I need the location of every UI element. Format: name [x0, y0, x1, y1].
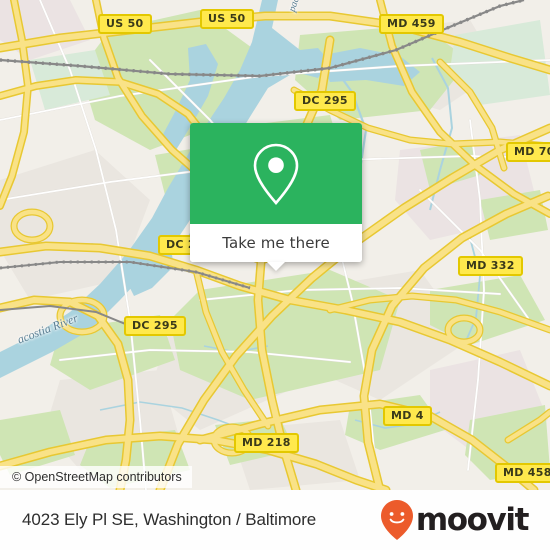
road-shield: MD 459 [379, 14, 444, 34]
moovit-map-page: .land { fill:#f2efe9; } .park { fill:#cf… [0, 0, 550, 550]
map-attribution[interactable]: © OpenStreetMap contributors [0, 466, 192, 488]
location-popup[interactable]: Take me there [190, 123, 362, 271]
popup-image-panel [190, 123, 362, 224]
popup-pointer [267, 262, 285, 271]
moovit-logo[interactable]: moovit [380, 499, 530, 541]
road-shield: MD 704 [506, 142, 550, 162]
road-shield: DC 295 [294, 91, 356, 111]
road-shield: MD 458 [495, 463, 550, 483]
take-me-there-button[interactable]: Take me there [190, 224, 362, 262]
address-label: 4023 Ely Pl SE, Washington / Baltimore [22, 510, 317, 529]
map-canvas[interactable]: .land { fill:#f2efe9; } .park { fill:#cf… [0, 0, 550, 490]
road-shield: MD 332 [458, 256, 523, 276]
moovit-pin-icon [380, 500, 413, 540]
road-shield: DC 295 [124, 316, 186, 336]
road-shield: MD 218 [234, 433, 299, 453]
bottom-info-bar: 4023 Ely Pl SE, Washington / Baltimore m… [0, 490, 550, 550]
moovit-wordmark: moovit [415, 501, 530, 538]
location-pin-icon [253, 143, 299, 205]
road-shield: MD 4 [383, 406, 432, 426]
road-shield: US 50 [200, 9, 254, 29]
road-shield: US 50 [98, 14, 152, 34]
